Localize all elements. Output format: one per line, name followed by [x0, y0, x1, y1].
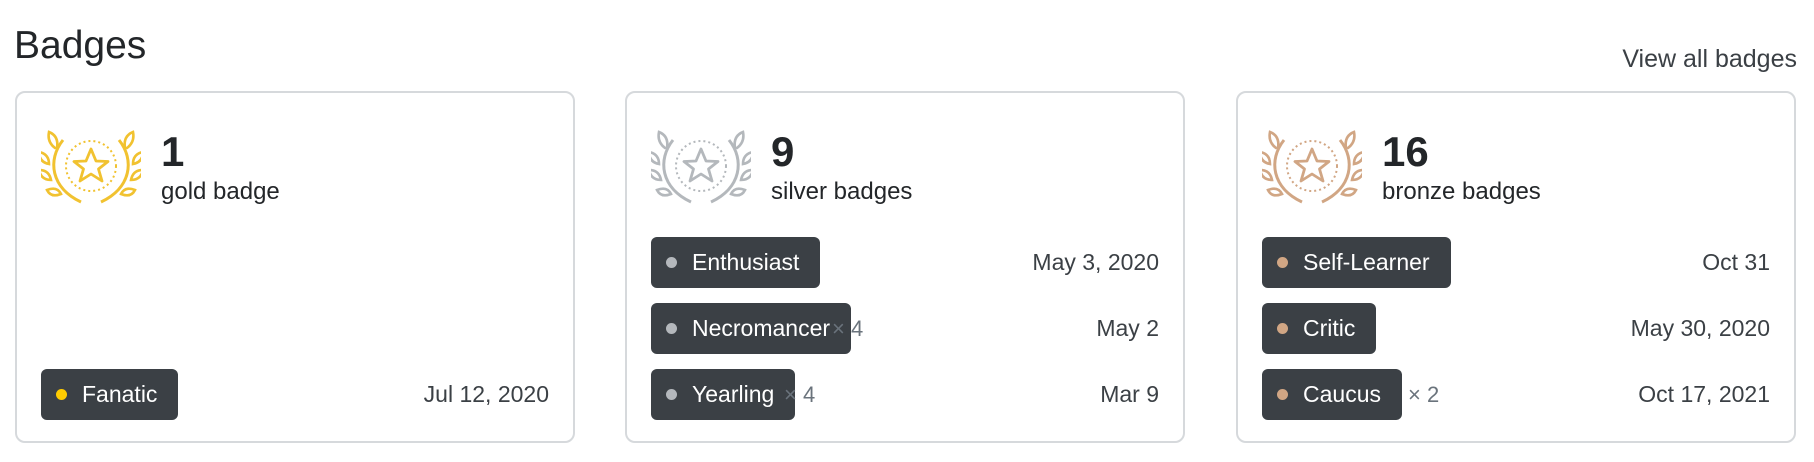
gold-badge-count: 1: [161, 128, 185, 175]
badge-date: Oct 17, 2021: [1638, 381, 1770, 407]
badge-row: Critic May 30, 2020: [1262, 303, 1770, 354]
silver-badges-card: 9 silver badges Enthusiast May 3, 2020 N…: [625, 91, 1185, 443]
gold-badges-card: 1 gold badge Fanatic Jul 12, 2020: [15, 91, 575, 443]
badge-pill-self-learner[interactable]: Self-Learner: [1262, 237, 1451, 288]
gold-badge-list: Fanatic Jul 12, 2020: [41, 369, 549, 435]
badge-date: Mar 9: [1100, 381, 1159, 407]
badge-row: Yearling × 4 Mar 9: [651, 369, 1159, 420]
gold-badge-label: gold badge: [161, 178, 280, 205]
badges-title: Badges: [14, 24, 147, 67]
badge-date: May 30, 2020: [1630, 315, 1770, 341]
badge-row: Enthusiast May 3, 2020: [651, 237, 1159, 288]
silver-badge-list: Enthusiast May 3, 2020 Necromancer × 4 M…: [651, 237, 1159, 435]
badge-row: Self-Learner Oct 31: [1262, 237, 1770, 288]
badge-pill-caucus[interactable]: Caucus: [1262, 369, 1402, 420]
badge-name: Critic: [1303, 315, 1356, 341]
badge-name: Necromancer: [692, 315, 831, 341]
badge-pill-enthusiast[interactable]: Enthusiast: [651, 237, 821, 288]
gold-dot-icon: [56, 389, 67, 400]
badge-pill-necromancer[interactable]: Necromancer: [651, 303, 852, 354]
badge-name: Self-Learner: [1303, 249, 1430, 275]
badge-row: Necromancer × 4 May 2: [651, 303, 1159, 354]
badge-pill-critic[interactable]: Critic: [1262, 303, 1377, 354]
silver-dot-icon: [666, 389, 677, 400]
view-all-badges-link[interactable]: View all badges: [1622, 43, 1797, 75]
bronze-dot-icon: [1277, 323, 1288, 334]
bronze-badge-list: Self-Learner Oct 31 Critic May 30, 2020 …: [1262, 237, 1770, 435]
badge-multiplier: × 4: [832, 316, 864, 341]
badge-pill-yearling[interactable]: Yearling: [651, 369, 796, 420]
bronze-badge-count: 16: [1382, 128, 1429, 175]
badge-date: Jul 12, 2020: [423, 381, 549, 407]
silver-badge-label: silver badges: [771, 178, 913, 205]
badge-name: Caucus: [1303, 381, 1381, 407]
badge-row: Fanatic Jul 12, 2020: [41, 369, 549, 420]
bronze-dot-icon: [1277, 257, 1288, 268]
badge-date: May 2: [1096, 315, 1159, 341]
bronze-dot-icon: [1277, 389, 1288, 400]
badge-name: Fanatic: [82, 381, 158, 407]
badge-row: Caucus × 2 Oct 17, 2021: [1262, 369, 1770, 420]
badge-name: Yearling: [692, 381, 775, 407]
bronze-badges-card: 16 bronze badges Self-Learner Oct 31 Cri…: [1236, 91, 1796, 443]
badge-name: Enthusiast: [692, 249, 800, 275]
silver-dot-icon: [666, 323, 677, 334]
badge-multiplier: × 2: [1408, 382, 1440, 407]
bronze-badge-label: bronze badges: [1382, 178, 1541, 205]
bronze-award-icon: [1262, 122, 1362, 210]
silver-dot-icon: [666, 257, 677, 268]
silver-award-icon: [651, 122, 751, 210]
gold-award-icon: [41, 122, 141, 210]
silver-badge-count: 9: [771, 128, 795, 175]
badge-date: May 3, 2020: [1032, 249, 1159, 275]
badge-date: Oct 31: [1702, 249, 1770, 275]
badge-pill-fanatic[interactable]: Fanatic: [41, 369, 179, 420]
badge-multiplier: × 4: [784, 382, 816, 407]
